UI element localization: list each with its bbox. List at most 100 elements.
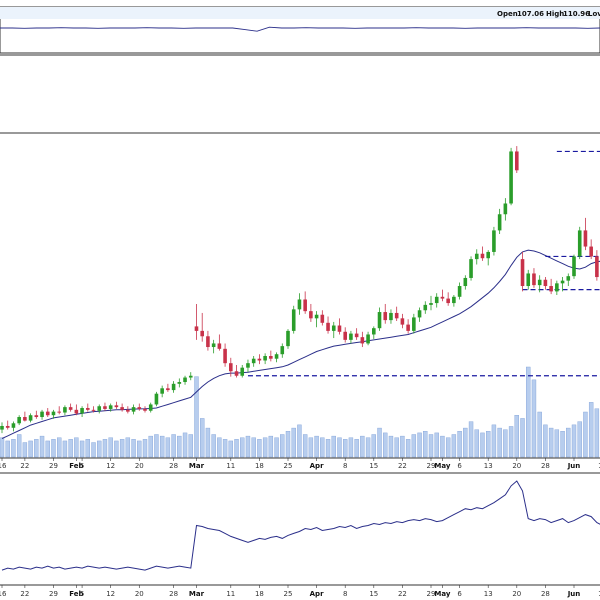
candle-body bbox=[389, 312, 393, 321]
candle-body bbox=[17, 417, 21, 424]
volume-bar bbox=[171, 434, 176, 458]
candle bbox=[11, 421, 16, 432]
volume-bar bbox=[159, 435, 165, 458]
candle-body bbox=[377, 312, 382, 329]
candle-body bbox=[446, 298, 450, 304]
x-tick-label: 11 bbox=[226, 590, 235, 598]
volume-bar bbox=[594, 408, 600, 458]
candle bbox=[240, 364, 245, 378]
volume-bar bbox=[348, 437, 354, 458]
candle bbox=[520, 251, 525, 292]
candle bbox=[45, 408, 50, 418]
volume-bar bbox=[400, 435, 405, 458]
candle bbox=[406, 319, 410, 334]
candle bbox=[229, 357, 233, 377]
volume-bar bbox=[45, 440, 50, 458]
x-tick-label: 15 bbox=[369, 462, 378, 470]
candle bbox=[143, 406, 147, 413]
candle bbox=[263, 353, 267, 365]
x-tick-label: 28 bbox=[169, 590, 178, 598]
candle bbox=[320, 310, 325, 326]
x-tick-label: 28 bbox=[541, 462, 550, 470]
candle-body bbox=[240, 367, 245, 376]
x-tick-label: 28 bbox=[541, 590, 550, 598]
volume-bar bbox=[394, 437, 399, 458]
candle-body bbox=[326, 322, 330, 331]
candle-body bbox=[171, 383, 176, 391]
candle bbox=[280, 343, 285, 358]
volume-bar bbox=[503, 429, 508, 458]
volume-bar bbox=[343, 439, 348, 458]
candle-body bbox=[148, 404, 153, 411]
candle-body bbox=[543, 279, 548, 287]
candle bbox=[34, 410, 39, 419]
candle bbox=[223, 343, 227, 367]
candle-body bbox=[309, 311, 313, 319]
candle bbox=[68, 403, 73, 412]
x-tick-label: 12 bbox=[106, 462, 115, 470]
candle-body bbox=[486, 251, 490, 259]
bottom-indicator-line-layer bbox=[1, 480, 600, 571]
x-tick-label: 18 bbox=[255, 462, 264, 470]
x-tick-label: Mar bbox=[189, 462, 205, 470]
volume-bar bbox=[257, 439, 262, 458]
candle bbox=[326, 316, 330, 334]
candle-body bbox=[337, 325, 342, 332]
volume-bar bbox=[142, 439, 148, 458]
volume-bar bbox=[566, 427, 571, 458]
bottom-x-axis: 162229Feb5122028Mar111825Apr8152229May61… bbox=[0, 585, 600, 598]
volume-bar bbox=[28, 440, 33, 458]
candle bbox=[246, 359, 250, 373]
top-indicator-panel: Open 107.06 High 110.96 Lov bbox=[0, 6, 600, 54]
candle-body bbox=[583, 230, 588, 247]
candle-body bbox=[223, 348, 227, 364]
candle-body bbox=[434, 296, 439, 304]
candle bbox=[5, 420, 10, 430]
candle-body bbox=[497, 214, 502, 231]
candle bbox=[463, 275, 468, 290]
x-tick-label: 8 bbox=[343, 590, 347, 598]
volume-bar bbox=[199, 418, 205, 458]
candle bbox=[291, 305, 296, 334]
volume-bar bbox=[354, 439, 359, 458]
candle-body bbox=[274, 354, 279, 359]
candle bbox=[583, 217, 588, 251]
volume-bar bbox=[314, 435, 319, 458]
candle bbox=[515, 146, 519, 173]
volume-bar bbox=[411, 434, 417, 458]
volume-bar bbox=[520, 418, 525, 458]
candle-body bbox=[492, 230, 496, 252]
x-tick-label: Apr bbox=[310, 462, 324, 470]
candle-body bbox=[23, 417, 27, 421]
candle bbox=[114, 401, 119, 409]
candle-body bbox=[457, 286, 462, 297]
candle bbox=[497, 208, 502, 234]
volume-bar bbox=[543, 424, 548, 458]
volume-bar bbox=[577, 421, 582, 458]
candle bbox=[366, 331, 370, 346]
candle-body bbox=[280, 346, 285, 355]
candle-body bbox=[246, 363, 250, 368]
candle bbox=[337, 318, 342, 335]
volume-bar bbox=[337, 437, 342, 458]
x-tick-label: 16 bbox=[0, 462, 7, 470]
volume-bar bbox=[154, 434, 159, 458]
volume-bar bbox=[405, 439, 411, 458]
candle bbox=[377, 307, 382, 331]
candle bbox=[217, 334, 222, 351]
candle-body bbox=[406, 324, 410, 331]
candle-body bbox=[372, 328, 376, 335]
volume-bar bbox=[148, 435, 153, 458]
x-tick-label: 28 bbox=[169, 462, 178, 470]
open-label: Open bbox=[497, 10, 518, 18]
volume-bar bbox=[388, 435, 394, 458]
x-tick-label: May bbox=[434, 462, 450, 470]
candle bbox=[423, 301, 428, 314]
candle bbox=[577, 226, 582, 260]
candle bbox=[86, 403, 90, 412]
candle-body bbox=[412, 317, 416, 331]
x-tick-label: 20 bbox=[512, 462, 521, 470]
candle bbox=[183, 375, 187, 385]
candle bbox=[331, 321, 336, 339]
candle-body bbox=[154, 393, 159, 405]
